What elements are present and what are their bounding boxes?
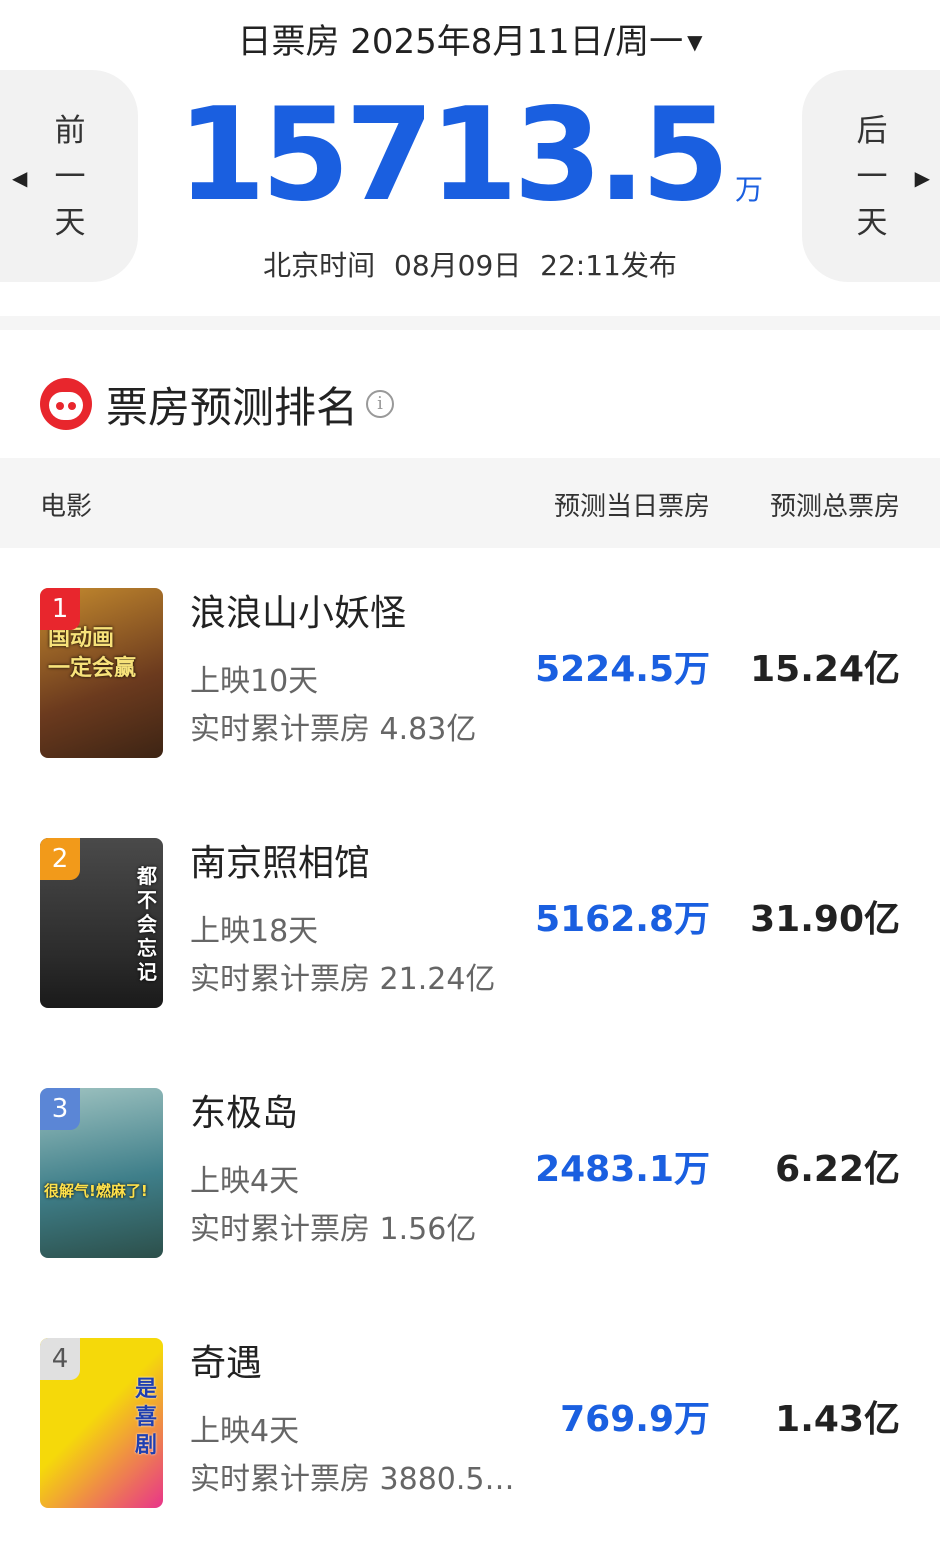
release-days: 上映4天 [190, 1164, 300, 1199]
release-days: 上映10天 [190, 664, 319, 699]
poster-caption: 国动画 一定会赢 [48, 626, 137, 681]
poster-caption: 都 不 会 忘 记 [137, 864, 157, 984]
rank-badge: 4 [40, 1338, 80, 1380]
date-title[interactable]: 日票房 2025年8月11日/周一 [237, 22, 683, 62]
movie-poster[interactable]: 都 不 会 忘 记 2 [40, 838, 163, 1008]
day-forecast: 2483.1万 [535, 1149, 710, 1190]
poster-caption: 是 喜 剧 [134, 1377, 157, 1458]
movie-title[interactable]: 南京照相馆 [190, 834, 370, 886]
day-forecast: 5162.8万 [535, 899, 710, 940]
total-forecast: 15.24亿 [750, 649, 900, 690]
movie-poster[interactable]: 很解气!燃麻了! 3 [40, 1088, 163, 1258]
cumulative-box-office: 实时累计票房 21.24亿 [190, 962, 496, 997]
total-forecast: 31.90亿 [750, 899, 900, 940]
rank-badge: 1 [40, 588, 80, 630]
dropdown-caret-icon[interactable]: ▼ [687, 30, 702, 54]
cumulative-box-office: 实时累计票房 4.83亿 [190, 712, 477, 747]
release-days: 上映4天 [190, 1414, 300, 1449]
daily-box-office-header: 日票房 2025年8月11日/周一 ▼ ◀ 前 一 天 15713.5 万 后 一 … [0, 0, 940, 300]
movie-poster[interactable]: 国动画 一定会赢 1 [40, 588, 163, 758]
movie-row[interactable]: 国动画 一定会赢 1 浪浪山小妖怪 上映10天 实时累计票房 4.83亿 522… [0, 548, 940, 798]
movie-row[interactable]: 都 不 会 忘 记 2 南京照相馆 上映18天 实时累计票房 21.24亿 51… [0, 798, 940, 1048]
total-forecast: 1.43亿 [775, 1399, 900, 1440]
movie-row[interactable]: 是 喜 剧 4 奇遇 上映4天 实时累计票房 3880.5… 769.9万 1.… [0, 1298, 940, 1548]
section-divider [0, 316, 940, 330]
publish-time: 北京时间 08月09日 22:11发布 [263, 249, 677, 282]
movie-title[interactable]: 浪浪山小妖怪 [190, 584, 406, 636]
total-box-office-value: 15713.5 [176, 81, 730, 230]
movie-title[interactable]: 奇遇 [190, 1334, 262, 1386]
cumulative-box-office: 实时累计票房 3880.5… [190, 1462, 515, 1497]
column-total-forecast[interactable]: 预测总票房 [770, 486, 900, 523]
column-movie: 电影 [40, 492, 93, 522]
movie-title[interactable]: 东极岛 [190, 1084, 298, 1136]
rank-badge: 2 [40, 838, 80, 880]
day-forecast: 5224.5万 [535, 649, 710, 690]
movie-poster[interactable]: 是 喜 剧 4 [40, 1338, 163, 1508]
total-box-office: 15713.5 万 [0, 86, 940, 226]
movie-row[interactable]: 很解气!燃麻了! 3 东极岛 上映4天 实时累计票房 1.56亿 2483.1万… [0, 1048, 940, 1298]
right-arrow-icon: ▶ [914, 166, 930, 190]
section-title-text: 票房预测排名 [106, 382, 359, 432]
maoyan-cat-logo-icon [40, 378, 92, 430]
next-day-label: 后 一 天 [856, 113, 888, 241]
release-days: 上映18天 [190, 914, 319, 949]
rank-badge: 3 [40, 1088, 80, 1130]
day-forecast: 769.9万 [560, 1399, 710, 1440]
cumulative-box-office: 实时累计票房 1.56亿 [190, 1212, 477, 1247]
table-header: 电影 预测当日票房 预测总票房 [0, 458, 940, 548]
total-box-office-unit: 万 [734, 173, 763, 206]
info-icon[interactable]: i [366, 390, 395, 418]
poster-caption: 很解气!燃麻了! [44, 1182, 148, 1200]
section-title: 票房预测排名 i [40, 376, 395, 432]
column-day-forecast[interactable]: 预测当日票房 [554, 486, 710, 523]
date-selector[interactable]: 日票房 2025年8月11日/周一 ▼ [0, 14, 940, 63]
total-forecast: 6.22亿 [775, 1149, 900, 1190]
